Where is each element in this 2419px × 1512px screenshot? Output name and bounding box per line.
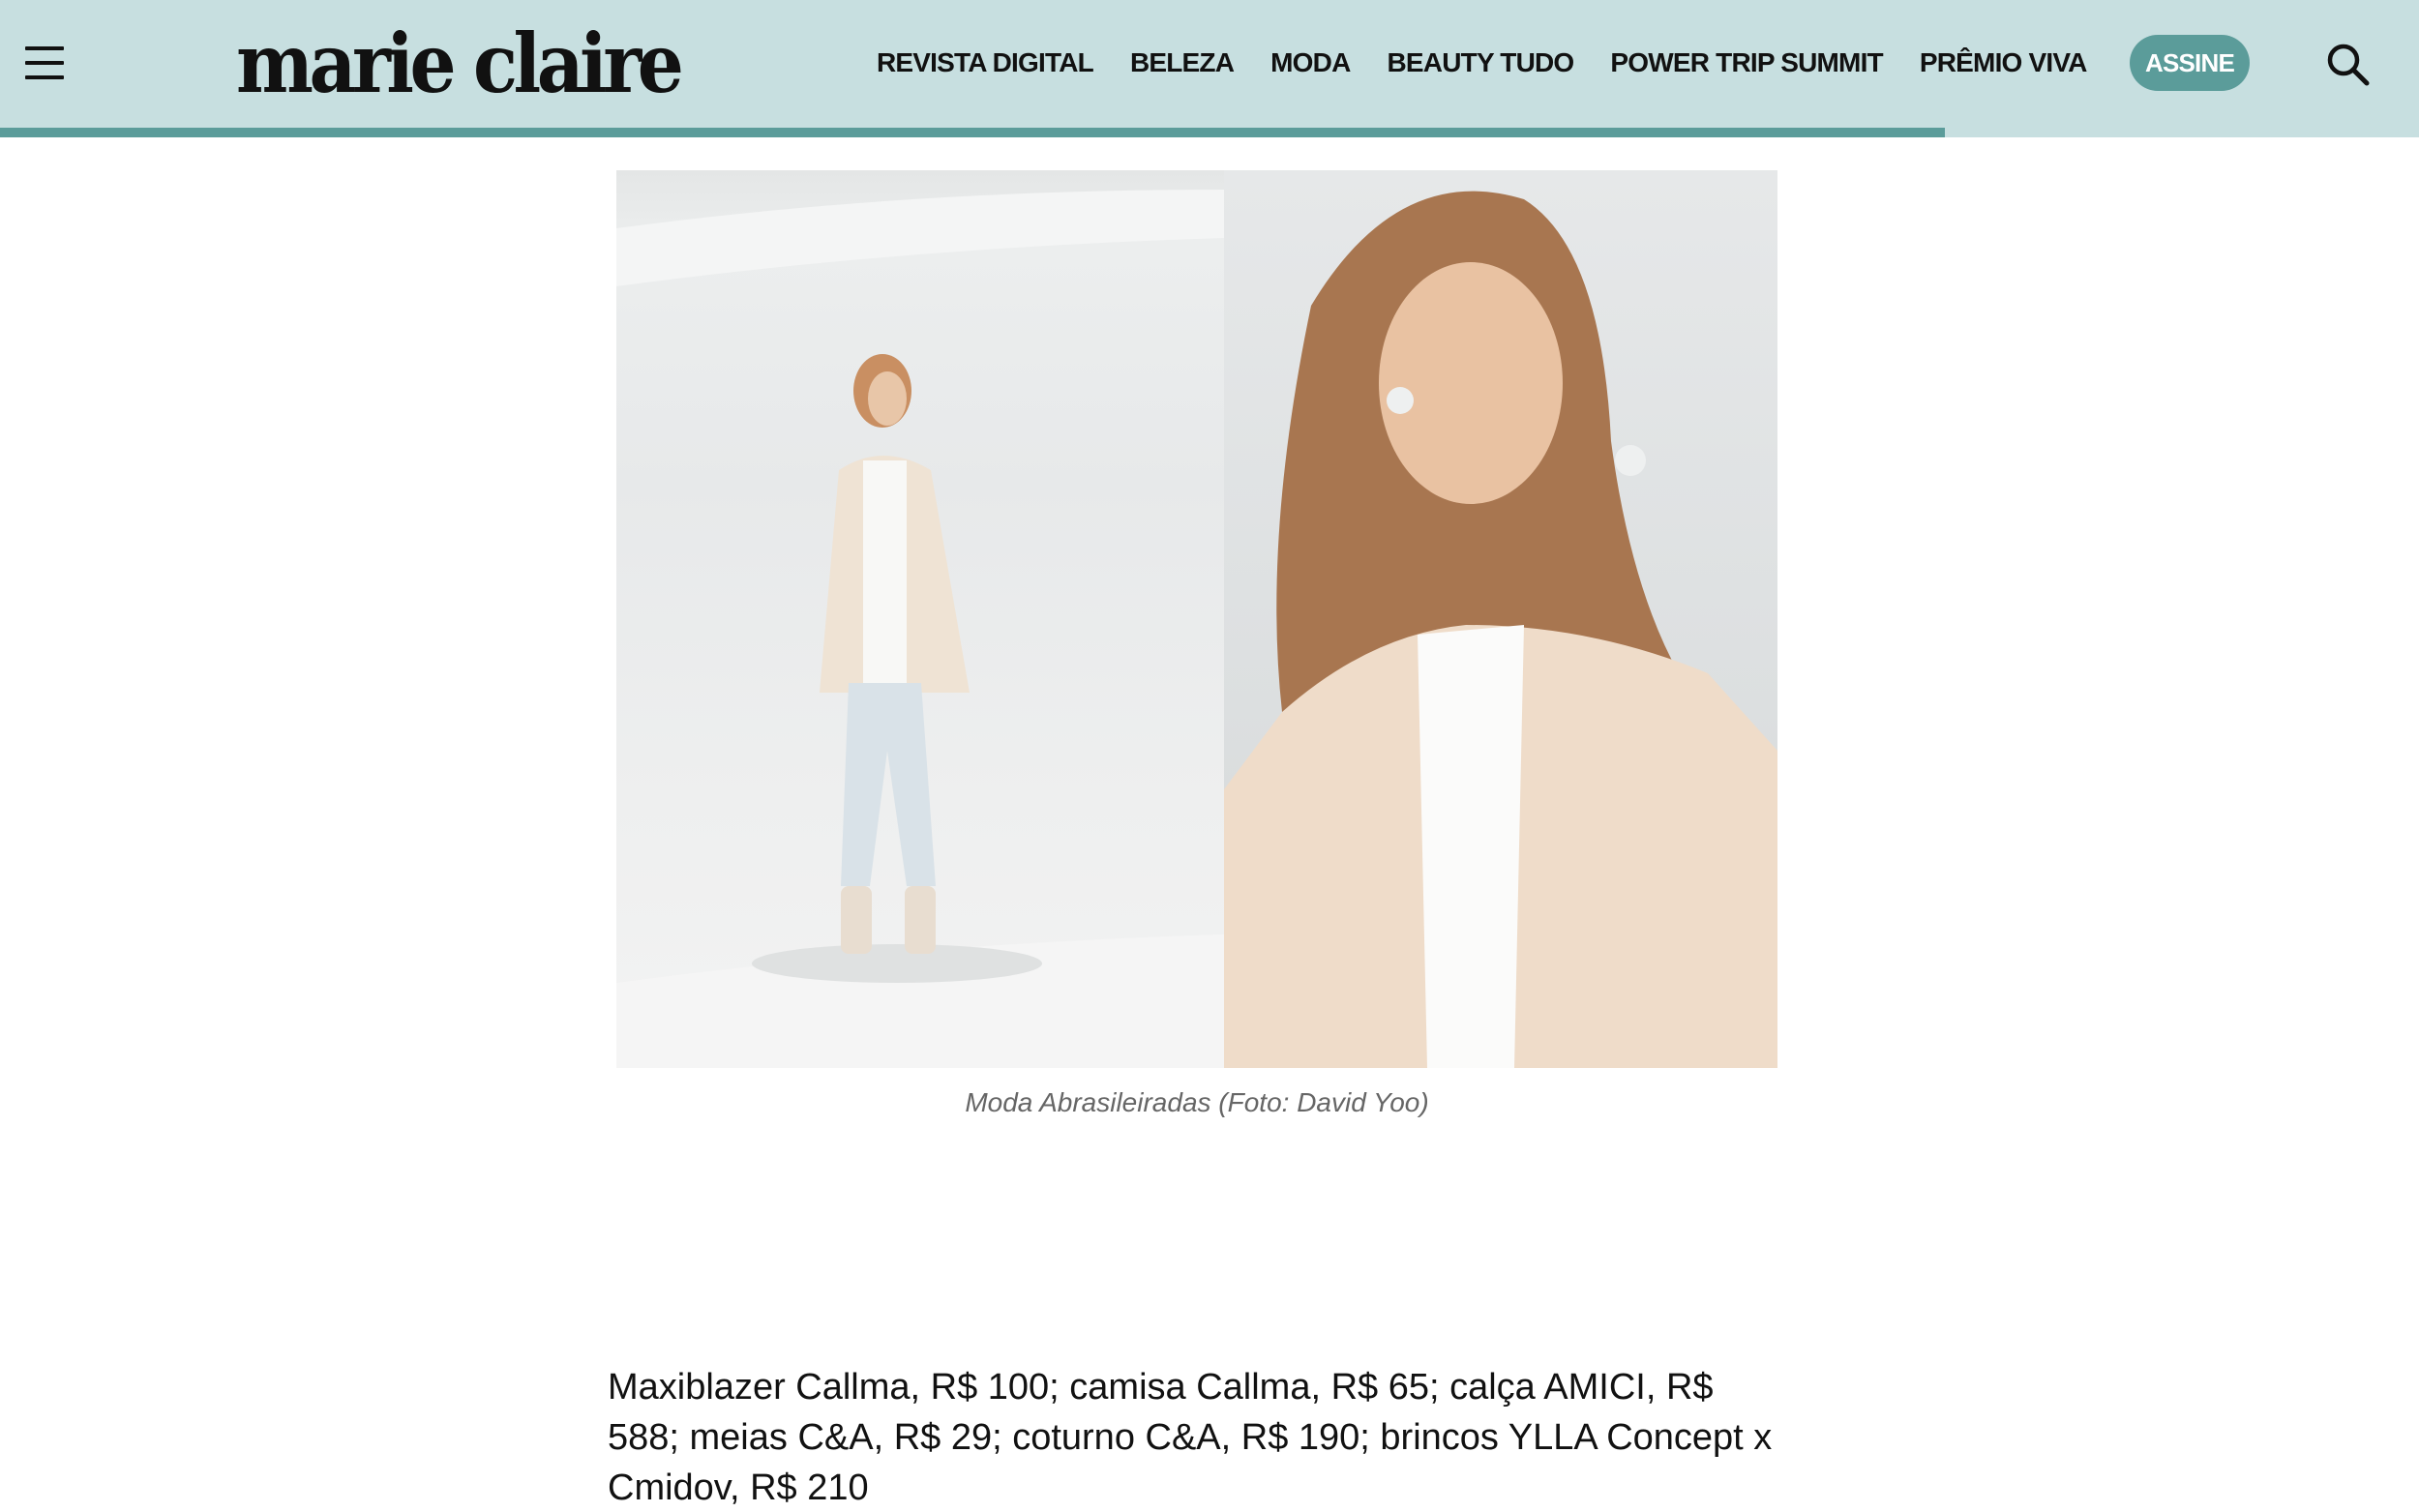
hamburger-menu-icon[interactable] [25, 46, 64, 79]
search-icon[interactable] [2324, 41, 2371, 87]
photo-full-body-look [616, 170, 1224, 1068]
reading-progress-fill [0, 128, 1945, 137]
nav-item-revista-digital[interactable]: REVISTA DIGITAL [877, 47, 1094, 78]
nav-item-beleza[interactable]: BELEZA [1130, 47, 1235, 78]
article-paragraph: Maxiblazer Callma, R$ 100; camisa Callma… [608, 1367, 1773, 1508]
nav-item-premio-viva[interactable]: PRÊMIO VIVA [1920, 47, 2088, 78]
reading-progress-bar [0, 128, 2419, 137]
photo-caption: Moda Abrasileiradas (Foto: David Yoo) [965, 1087, 1429, 1117]
main-nav: REVISTA DIGITAL BELEZA MODA BEAUTY TUDO … [877, 39, 2124, 87]
photo-portrait-closeup [1224, 170, 1777, 1068]
site-header: marie claire REVISTA DIGITAL BELEZA MODA… [0, 0, 2419, 137]
site-logo[interactable]: marie claire [236, 15, 684, 111]
nav-item-beauty-tudo[interactable]: BEAUTY TUDO [1388, 47, 1575, 78]
nav-item-power-trip-summit[interactable]: POWER TRIP SUMMIT [1610, 47, 1883, 78]
nav-item-moda[interactable]: MODA [1270, 47, 1351, 78]
article-photo [616, 170, 1777, 1068]
subscribe-button[interactable]: ASSINE [2130, 35, 2250, 91]
